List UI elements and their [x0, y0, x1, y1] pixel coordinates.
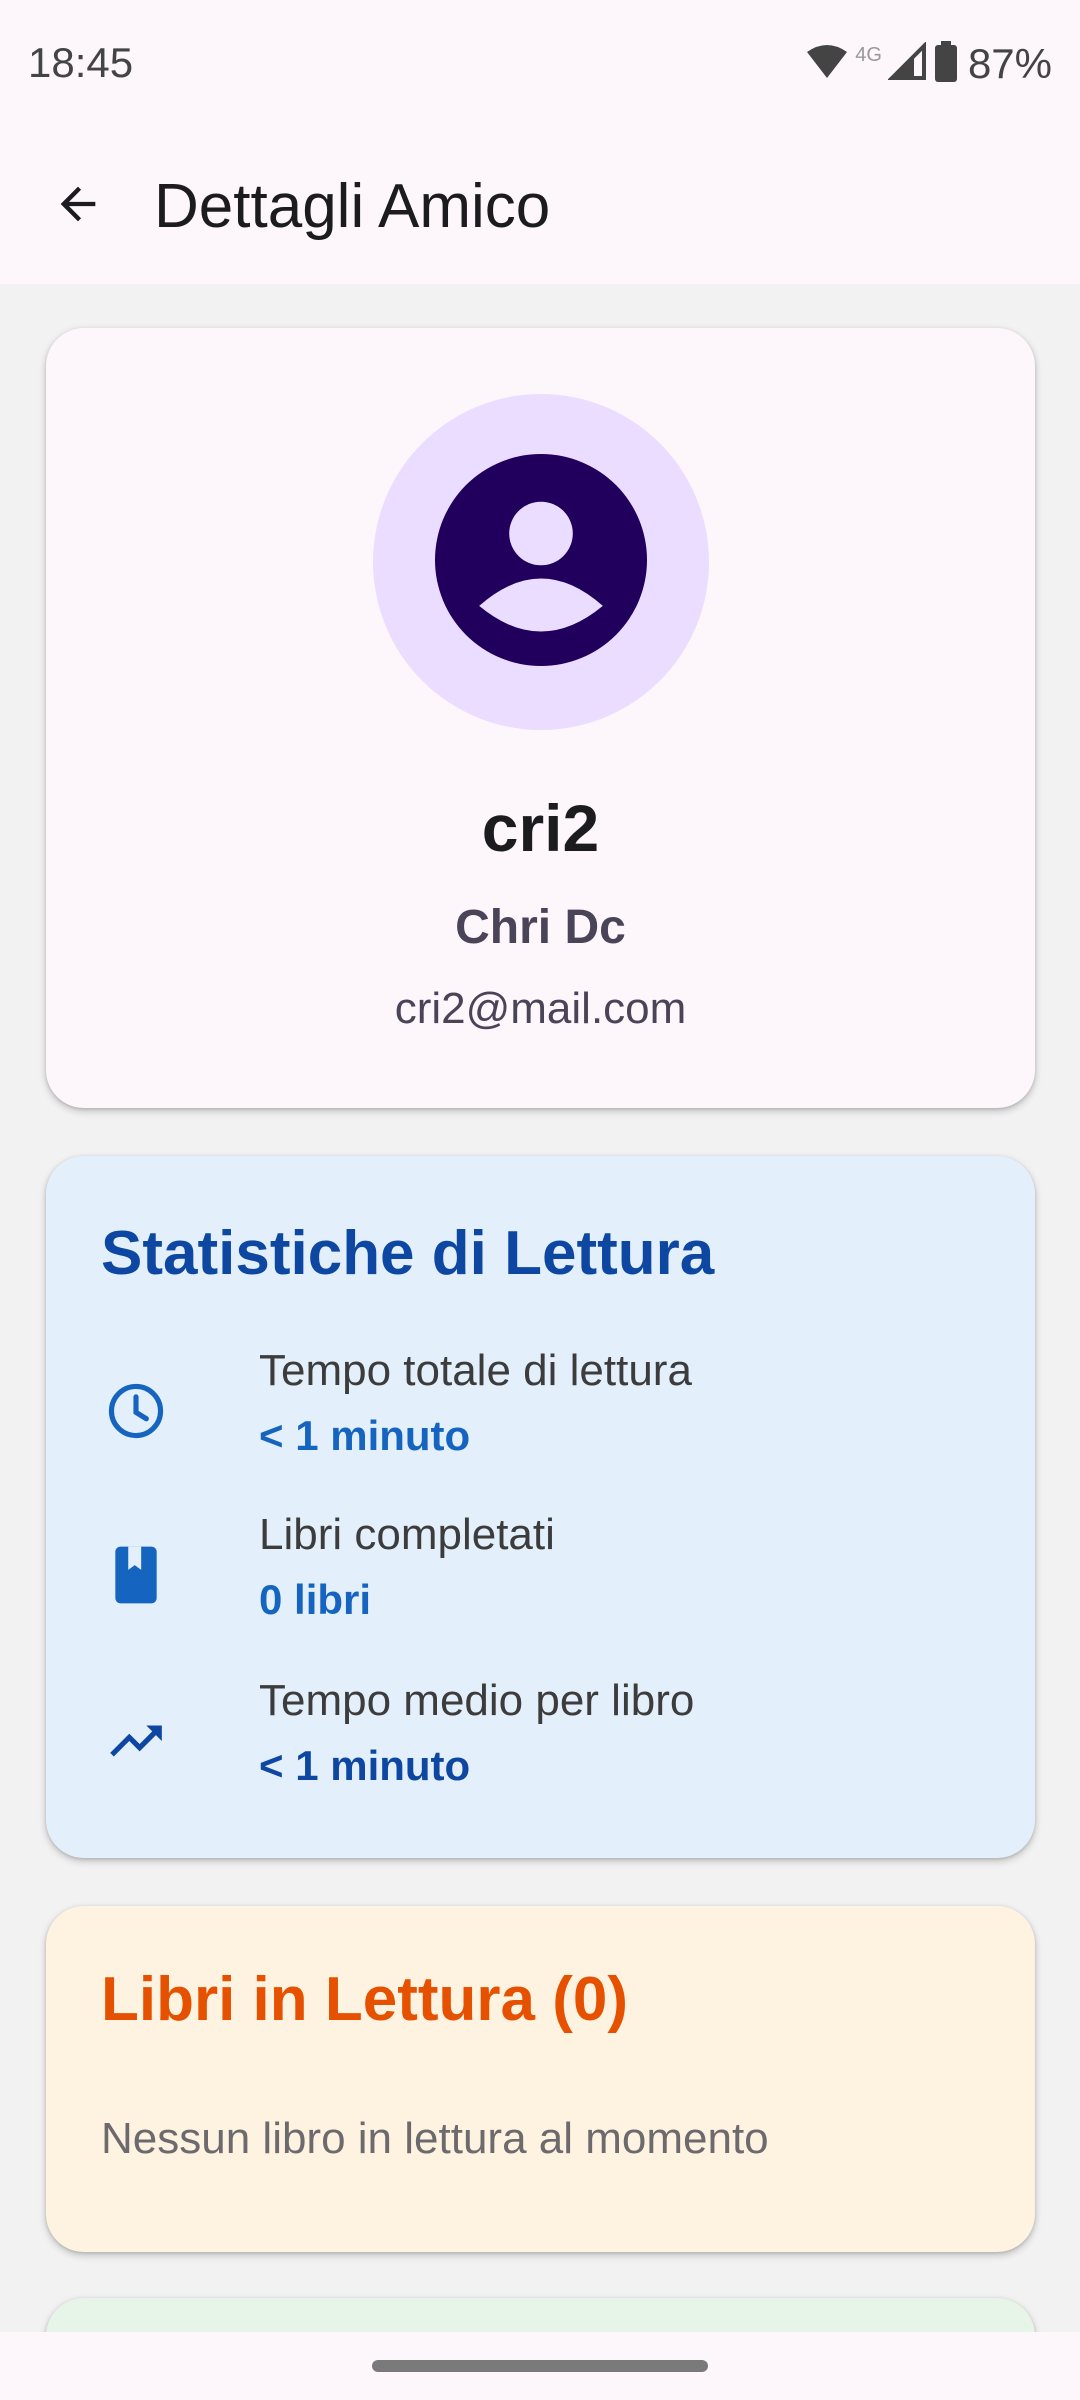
stat-label: Tempo medio per libro: [259, 1676, 695, 1725]
full-name: Chri Dc: [455, 901, 626, 954]
books-reading-card: Libri in Lettura (0) Nessun libro in let…: [46, 1906, 1035, 2252]
network-type: 4G: [855, 43, 882, 66]
wifi-icon: [805, 42, 849, 87]
page-title: Dettagli Amico: [154, 171, 551, 241]
avatar: [373, 394, 709, 730]
stat-total-time: Tempo totale di lettura < 1 minuto: [101, 1346, 981, 1486]
navigation-bar: [0, 2332, 1080, 2400]
top-app-bar: Dettagli Amico: [0, 128, 1080, 284]
stat-value: < 1 minuto: [259, 1742, 471, 1789]
account-circle-icon: [435, 453, 647, 671]
stat-books-completed: Libri completati 0 libri: [101, 1510, 981, 1650]
trending-up-icon: [101, 1706, 171, 1776]
battery-icon: [934, 40, 958, 88]
battery-percent: 87%: [967, 40, 1052, 87]
home-gesture-handle[interactable]: [372, 2360, 708, 2372]
reading-stats-card: Statistiche di Lettura Tempo totale di l…: [46, 1156, 1035, 1858]
status-time: 18:45: [28, 39, 134, 86]
stat-average-time: Tempo medio per libro < 1 minuto: [101, 1676, 981, 1816]
status-icons: 4G 87%: [805, 40, 1052, 88]
stat-label: Libri completati: [259, 1510, 555, 1559]
clock-icon: [101, 1376, 171, 1446]
stats-title: Statistiche di Lettura: [101, 1219, 715, 1288]
email-address: cri2@mail.com: [394, 984, 687, 1033]
username: cri2: [481, 791, 600, 865]
status-bar: 18:45 4G 87%: [0, 0, 1080, 128]
empty-state-message: Nessun libro in lettura al momento: [101, 2114, 769, 2163]
back-button[interactable]: [30, 158, 126, 254]
book-icon: [101, 1540, 171, 1610]
profile-card: cri2 Chri Dc cri2@mail.com: [46, 328, 1035, 1108]
stat-value: 0 libri: [259, 1576, 372, 1623]
arrow-back-icon: [52, 178, 104, 235]
stat-label: Tempo totale di lettura: [259, 1346, 692, 1395]
stat-value: < 1 minuto: [259, 1412, 471, 1459]
signal-icon: [887, 40, 928, 87]
reading-title: Libri in Lettura (0): [101, 1965, 628, 2034]
